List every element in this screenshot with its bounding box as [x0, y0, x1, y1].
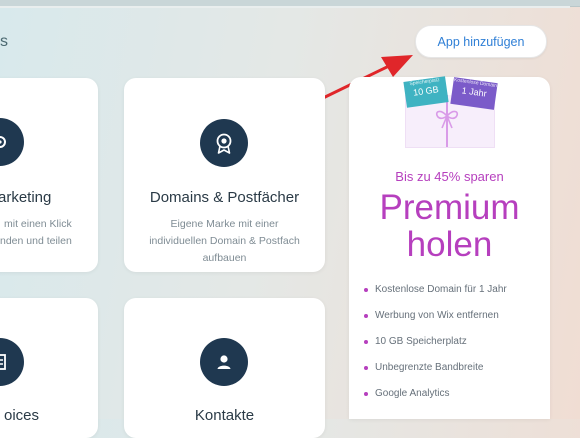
list-item: Werbung von Wix entfernen [364, 310, 507, 336]
gift-bow-icon [435, 110, 459, 129]
card-invoices[interactable]: oices [0, 298, 98, 438]
list-item: 10 GB Speicherplatz [364, 336, 507, 362]
list-item: Kostenlose Domain für 1 Jahr [364, 284, 507, 310]
feature-text: 10 GB Speicherplatz [375, 336, 467, 347]
premium-title-line-1: Premium [379, 188, 520, 227]
premium-title-line-2: holen [406, 225, 493, 264]
premium-savings-text: Bis zu 45% sparen [395, 169, 504, 184]
feature-text: Werbung von Wix entfernen [375, 310, 499, 321]
card-marketing[interactable]: arketing mit einen Klick nden und teilen [0, 78, 98, 272]
card-domains-title: Domains & Postfächer [149, 189, 300, 206]
card-domains-desc-1: Eigene Marke mit einer [170, 218, 279, 230]
bullet-dot [364, 340, 368, 344]
card-domains-desc-3: aufbauen [202, 252, 247, 264]
card-domains-desc-2: individuellen Domain & Postfach [149, 235, 300, 247]
page-heading: s [0, 33, 8, 50]
domain-badge-icon [200, 119, 248, 167]
list-item: Google Analytics [364, 388, 507, 414]
marketing-icon [0, 118, 24, 166]
top-bar-edge [0, 6, 570, 8]
premium-feature-list: Kostenlose Domain für 1 Jahr Werbung von… [364, 284, 507, 414]
list-item: Unbegrenzte Bandbreite [364, 362, 507, 388]
bullet-dot [364, 314, 368, 318]
card-contacts-title: Kontakte [194, 407, 255, 424]
bullet-dot [364, 392, 368, 396]
feature-text: Kostenlose Domain für 1 Jahr [375, 284, 507, 295]
invoice-icon [0, 338, 24, 386]
bullet-dot [364, 288, 368, 292]
add-app-button[interactable]: App hinzufügen [415, 25, 547, 58]
card-contacts[interactable]: Kontakte [124, 298, 325, 438]
card-marketing-desc-2: nden und teilen [0, 235, 72, 247]
bullet-dot [364, 366, 368, 370]
feature-text: Unbegrenzte Bandbreite [375, 362, 484, 373]
premium-title[interactable]: Premium holen [349, 189, 550, 263]
feature-text: Google Analytics [375, 388, 450, 399]
contact-person-icon [200, 338, 248, 386]
card-marketing-desc-1: mit einen Klick [4, 218, 72, 230]
card-domains[interactable]: Domains & Postfächer Eigene Marke mit ei… [124, 78, 325, 272]
card-marketing-title: arketing [0, 189, 52, 206]
card-invoices-title: oices [4, 407, 40, 424]
